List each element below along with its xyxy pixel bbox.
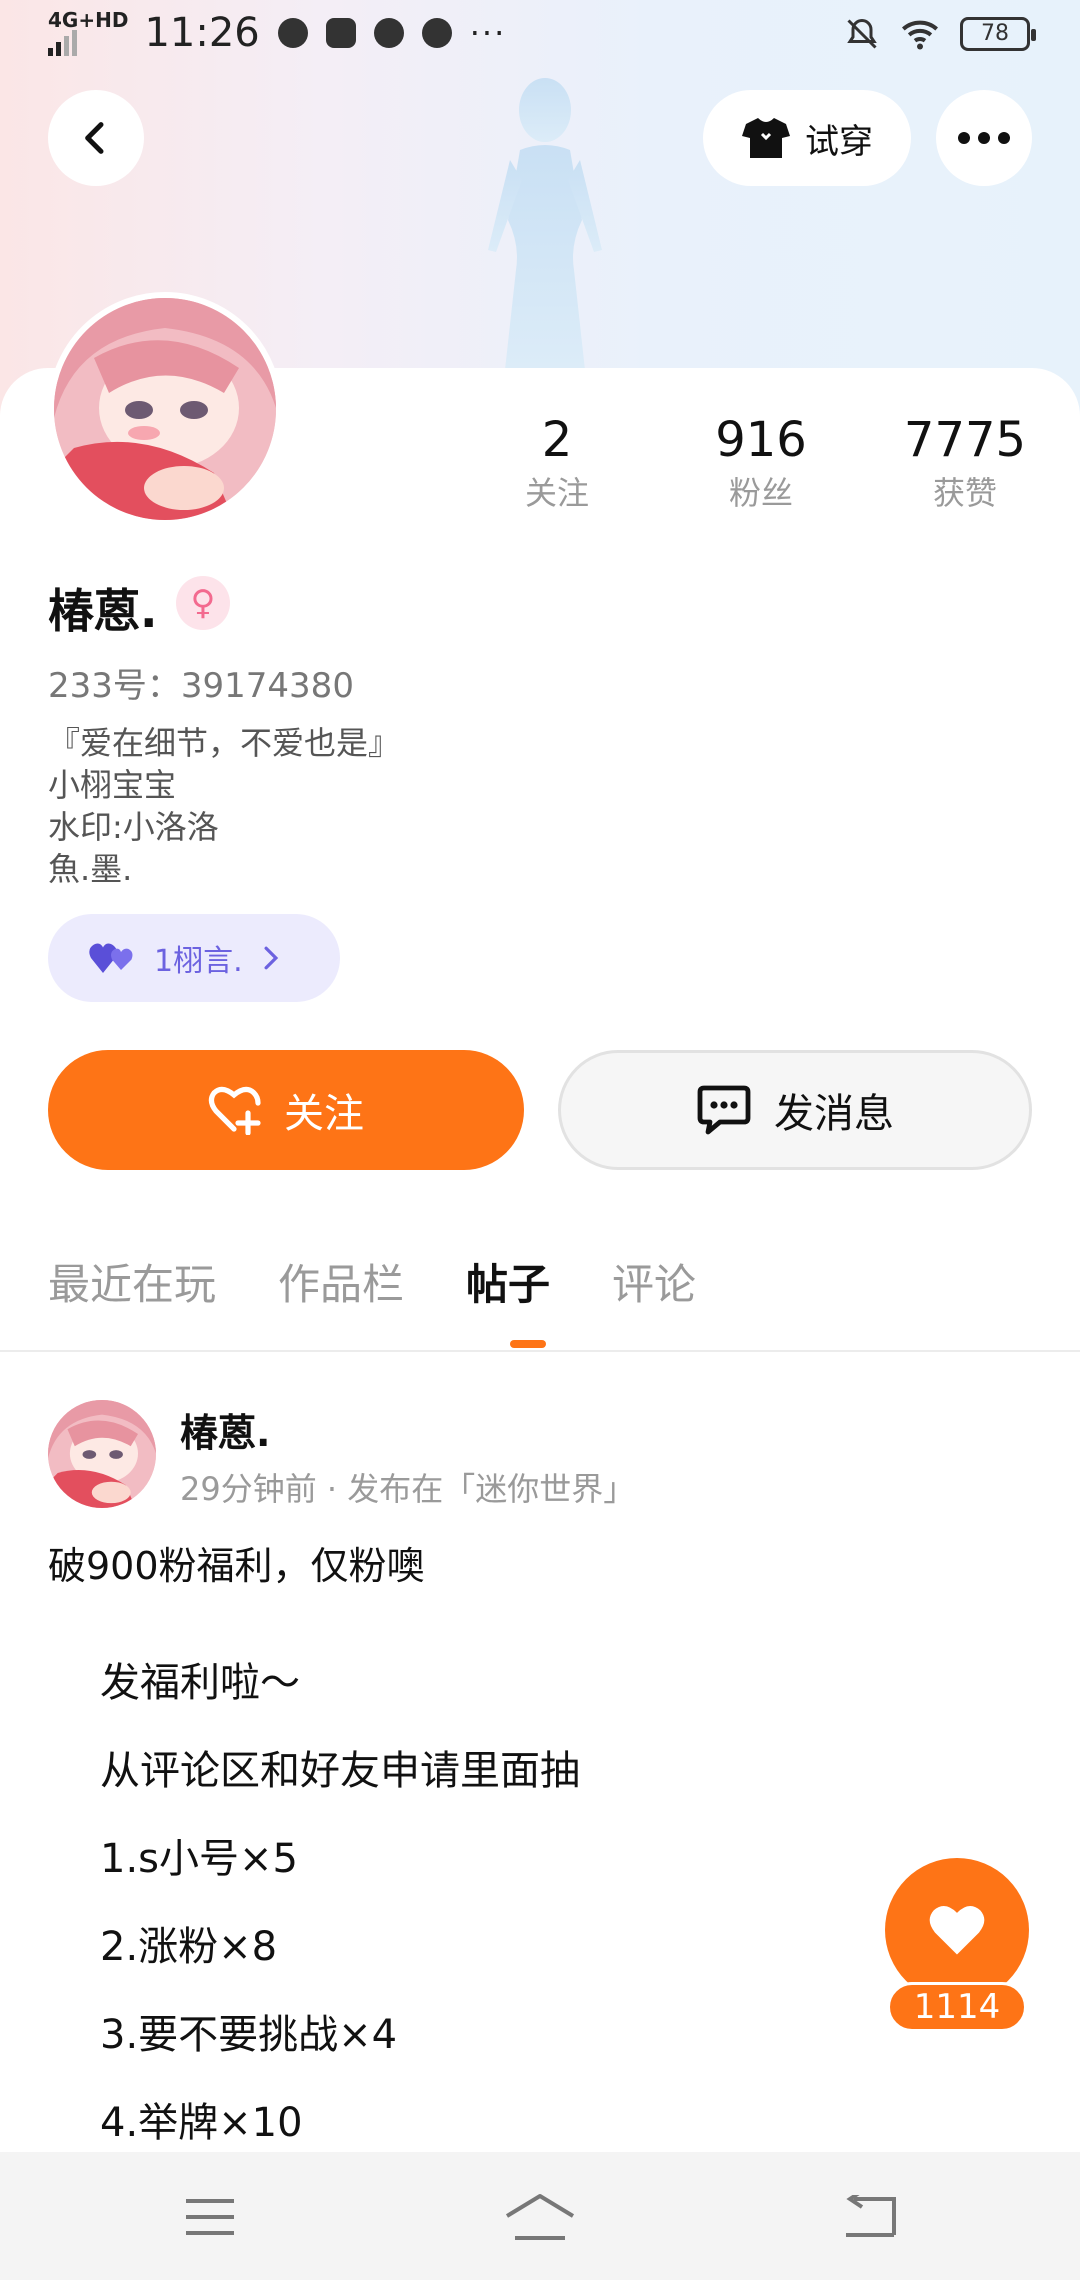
- shirt-icon: [742, 118, 790, 158]
- tab-recently-played[interactable]: 最近在玩: [48, 1250, 216, 1320]
- menu-icon: [186, 2199, 234, 2235]
- user-id: 233号：39174380: [48, 666, 354, 706]
- likes-count: 7775: [903, 412, 1027, 468]
- stat-fans[interactable]: 916 粉丝: [671, 410, 851, 516]
- like-button[interactable]: [885, 1858, 1029, 2002]
- user-avatar[interactable]: [48, 292, 282, 526]
- stat-following[interactable]: 2 关注: [467, 410, 647, 516]
- avatar-figure-image: [488, 78, 602, 370]
- send-message-label: 发消息: [774, 1091, 894, 1137]
- heart-plus-icon: [208, 1086, 261, 1135]
- back-nav-button[interactable]: [830, 2182, 910, 2252]
- double-heart-icon: [89, 943, 133, 973]
- anime-avatar-image: [54, 298, 276, 520]
- more-dots-icon: [958, 132, 1010, 144]
- bio-line: 魚.墨.: [48, 850, 133, 888]
- more-notifications-icon: ···: [469, 14, 507, 52]
- qq-icon: [421, 18, 452, 48]
- bio-line: 小栩宝宝: [48, 766, 177, 804]
- post-line: 3.要不要挑战×4: [100, 2012, 398, 2058]
- system-navigation-bar: [0, 2152, 1080, 2280]
- user-bio: 『爱在细节，不爱也是』 小栩宝宝 水印:小洛洛 魚.墨.: [48, 722, 400, 890]
- network-indicator: 4G+HD: [48, 10, 128, 56]
- post-meta: 29分钟前 · 发布在「迷你世界」: [180, 1470, 636, 1508]
- battery-indicator: 78: [960, 17, 1036, 51]
- following-count: 2: [541, 412, 573, 468]
- fans-label: 粉丝: [728, 474, 793, 512]
- post-body[interactable]: 发福利啦～ 从评论区和好友申请里面抽 1.s小号×5 2.涨粉×8 3.要不要挑…: [100, 1648, 580, 2176]
- post-line: 从评论区和好友申请里面抽: [100, 1748, 580, 1794]
- like-count: 1114: [887, 1982, 1027, 2032]
- female-gender-icon: ♀: [176, 576, 230, 630]
- return-icon: [846, 2195, 896, 2237]
- user-name: 椿蒽.: [48, 584, 158, 638]
- post-line: 1.s小号×5: [100, 1836, 298, 1882]
- try-on-button[interactable]: 试穿: [703, 90, 911, 186]
- tabs-divider: [0, 1350, 1080, 1352]
- bio-line: 水印:小洛洛: [48, 808, 219, 846]
- post-author-avatar[interactable]: [48, 1400, 156, 1508]
- signal-icon: [48, 30, 77, 56]
- home-nav-button[interactable]: [500, 2182, 580, 2252]
- back-button[interactable]: [48, 90, 144, 186]
- post-author-name[interactable]: 椿蒽.: [180, 1402, 270, 1457]
- wifi-icon: [902, 20, 938, 50]
- planet-app-icon: [277, 18, 308, 48]
- tab-works[interactable]: 作品栏: [278, 1250, 404, 1320]
- follow-label: 关注: [284, 1091, 364, 1137]
- try-on-label: 试穿: [805, 121, 873, 162]
- following-label: 关注: [524, 474, 589, 512]
- profile-tabs: 最近在玩 作品栏 帖子 评论: [48, 1250, 758, 1320]
- bio-line: 『爱在细节，不爱也是』: [48, 724, 401, 762]
- fans-count: 916: [715, 412, 807, 468]
- home-icon: [505, 2194, 575, 2240]
- anime-avatar-image: [48, 1400, 156, 1508]
- tab-posts[interactable]: 帖子: [466, 1250, 550, 1320]
- menu-nav-button[interactable]: [170, 2182, 250, 2252]
- likes-label: 获赞: [932, 474, 997, 512]
- post-line: 2.涨粉×8: [100, 1924, 278, 1970]
- chat-bubble-icon: [697, 1085, 751, 1135]
- post-line: 发福利啦～: [100, 1660, 300, 1706]
- relationship-tag[interactable]: 1栩言.: [48, 914, 340, 1002]
- heart-icon: [929, 1906, 985, 1955]
- relationship-tag-label: 1栩言.: [154, 944, 243, 979]
- status-time: 11:26: [144, 10, 260, 56]
- qq-icon: [373, 18, 404, 48]
- send-message-button[interactable]: 发消息: [558, 1050, 1032, 1170]
- active-tab-indicator: [510, 1340, 546, 1348]
- chevron-left-icon: [85, 122, 104, 154]
- tab-comments[interactable]: 评论: [612, 1250, 696, 1320]
- post-title[interactable]: 破900粉福利，仅粉噢: [48, 1535, 425, 1590]
- status-bar: 4G+HD 11:26 ··· 78: [0, 0, 1080, 70]
- follow-button[interactable]: 关注: [48, 1050, 524, 1170]
- chevron-right-icon: [264, 946, 278, 970]
- bell-muted-icon: [847, 18, 877, 49]
- network-type: 4G+HD: [48, 8, 129, 32]
- stat-likes[interactable]: 7775 获赞: [875, 410, 1055, 516]
- more-button[interactable]: [936, 90, 1032, 186]
- video-app-icon: [325, 18, 356, 48]
